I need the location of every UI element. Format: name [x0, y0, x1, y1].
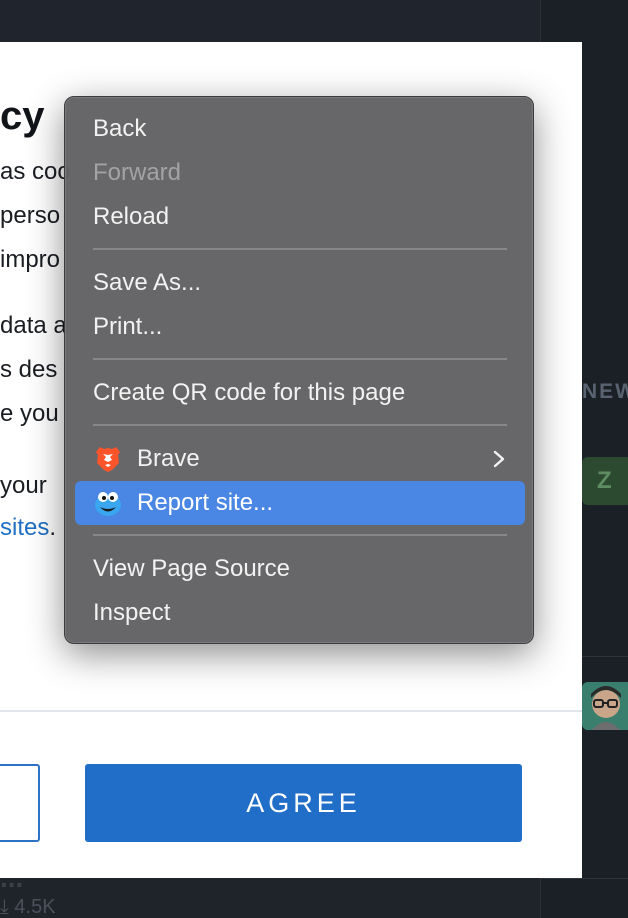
sidebar-divider	[541, 878, 628, 879]
menu-separator	[93, 248, 507, 250]
menu-item-create-qr-code[interactable]: Create QR code for this page	[75, 371, 525, 415]
modal-text-line: data a	[0, 312, 67, 339]
menu-item-back[interactable]: Back	[75, 107, 525, 151]
menu-item-save-as[interactable]: Save As...	[75, 261, 525, 305]
brave-lion-icon	[96, 447, 120, 472]
menu-item-brave-label: Brave	[137, 445, 200, 472]
sites-link[interactable]: sites	[0, 514, 49, 541]
sidebar-section-label: NEW	[582, 380, 628, 403]
modal-text-line: as coo	[0, 158, 71, 185]
background-feed-item: ... ⤓ 4.5K	[0, 878, 540, 918]
menu-item-brave[interactable]: Brave	[75, 437, 525, 481]
menu-separator	[93, 534, 507, 536]
context-menu: Back Forward Reload Save As... Print... …	[64, 96, 534, 644]
modal-text-line: your	[0, 472, 47, 499]
modal-text-line: impro	[0, 246, 61, 273]
menu-separator	[93, 424, 507, 426]
download-icon: ⤓	[0, 896, 9, 918]
modal-footer: AGREE	[0, 710, 582, 878]
modal-text-line-link: sites.	[0, 514, 57, 541]
agree-button[interactable]: AGREE	[85, 764, 522, 842]
secondary-button[interactable]	[0, 764, 40, 842]
avatar[interactable]	[582, 682, 628, 730]
avatar-face-icon	[582, 682, 628, 730]
feed-item-title: ...	[0, 878, 23, 894]
modal-title: cy	[0, 94, 45, 138]
menu-item-view-page-source[interactable]: View Page Source	[75, 547, 525, 591]
menu-item-forward: Forward	[93, 159, 182, 186]
cookie-monster-icon	[95, 492, 121, 516]
menu-separator	[93, 358, 507, 360]
menu-item-reload[interactable]: Reload	[75, 195, 525, 239]
menu-item-report-site[interactable]: Report site...	[75, 481, 525, 525]
workspace-badge[interactable]: Z	[582, 457, 628, 505]
modal-text-line: e you	[0, 400, 59, 427]
modal-text-line: perso	[0, 202, 61, 229]
chevron-right-icon	[493, 450, 505, 468]
menu-item-inspect[interactable]: Inspect	[75, 591, 525, 635]
menu-item-report-site-label: Report site...	[137, 489, 274, 516]
modal-text-line: s des	[0, 356, 58, 383]
feed-item-meta: ⤓ 4.5K	[0, 896, 56, 918]
menu-item-print[interactable]: Print...	[75, 305, 525, 349]
